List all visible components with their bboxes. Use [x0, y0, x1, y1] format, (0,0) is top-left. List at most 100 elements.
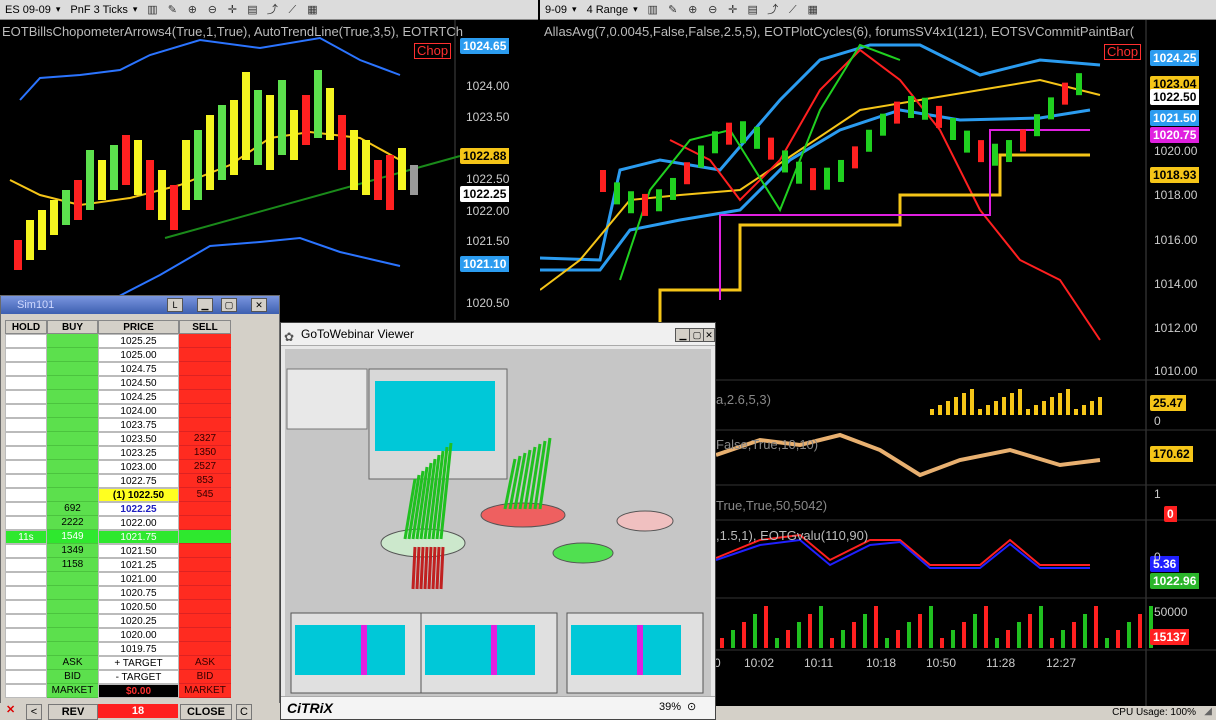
close-icon[interactable]: ✕ [251, 298, 267, 312]
hold-cell[interactable] [5, 376, 47, 390]
sell-cell[interactable] [179, 376, 231, 390]
buy-cell[interactable] [47, 460, 98, 474]
scroll-left-button[interactable]: < [26, 704, 42, 720]
buy-cell[interactable]: 2222 [47, 516, 98, 530]
buy-cell[interactable] [47, 376, 98, 390]
strategies-icon[interactable]: ⟋ [786, 3, 800, 17]
hold-cell[interactable] [5, 404, 47, 418]
sell-cell[interactable]: 1350 [179, 446, 231, 460]
buy-cell[interactable] [47, 404, 98, 418]
buy-cell[interactable] [47, 586, 98, 600]
buy-cell[interactable] [47, 446, 98, 460]
buy-cell[interactable]: 1349 [47, 544, 98, 558]
indicators-icon[interactable]: ⤴ [265, 3, 279, 17]
properties-icon[interactable]: ▤ [245, 3, 259, 17]
hold-cell[interactable] [5, 446, 47, 460]
sell-cell[interactable] [179, 586, 231, 600]
buy-order-button[interactable]: MARKET [47, 684, 98, 698]
buy-cell[interactable] [47, 418, 98, 432]
minimize-icon[interactable]: ▁ [197, 298, 213, 312]
sell-cell[interactable] [179, 348, 231, 362]
data-box-icon[interactable]: ▦ [806, 3, 820, 17]
hold-cell[interactable] [5, 502, 47, 516]
hold-cell[interactable]: 11s [5, 530, 47, 544]
scroll-right-button[interactable]: C [236, 704, 252, 720]
sell-cell[interactable] [179, 628, 231, 642]
zoom-dropdown-icon[interactable]: ⊙ [687, 700, 696, 713]
reverse-button[interactable]: REV [48, 704, 98, 720]
sell-order-button[interactable]: MARKET [179, 684, 231, 698]
buy-cell[interactable] [47, 474, 98, 488]
hold-cell[interactable] [5, 572, 47, 586]
sell-cell[interactable] [179, 404, 231, 418]
price-order-cell[interactable]: $0.00 [98, 684, 179, 698]
data-box-icon[interactable]: ▦ [305, 3, 319, 17]
buy-cell[interactable] [47, 628, 98, 642]
link-button[interactable]: L [167, 298, 183, 312]
hold-cell[interactable] [5, 544, 47, 558]
buy-order-button[interactable]: ASK [47, 656, 98, 670]
buy-cell[interactable] [47, 362, 98, 376]
reset-x-icon[interactable]: ✕ [6, 703, 15, 716]
hold-cell[interactable] [5, 586, 47, 600]
instrument-selector-right[interactable]: 9-09 [540, 0, 582, 19]
buy-cell[interactable]: 1549 [47, 530, 98, 544]
strategies-icon[interactable]: ⟋ [285, 3, 299, 17]
properties-icon[interactable]: ▤ [746, 3, 760, 17]
sell-cell[interactable] [179, 418, 231, 432]
hold-cell[interactable] [5, 334, 47, 348]
hold-cell[interactable] [5, 390, 47, 404]
maximize-icon[interactable]: ▢ [221, 298, 237, 312]
buy-cell[interactable] [47, 572, 98, 586]
hold-cell[interactable] [5, 362, 47, 376]
bar-type-selector-right[interactable]: 4 Range [582, 0, 643, 19]
price-order-cell[interactable]: + TARGET [98, 656, 179, 670]
buy-cell[interactable] [47, 348, 98, 362]
sell-cell[interactable] [179, 530, 231, 544]
crosshair-icon[interactable]: ✛ [726, 3, 740, 17]
buy-cell[interactable] [47, 334, 98, 348]
bar-type-selector[interactable]: PnF 3 Ticks [65, 0, 142, 19]
sell-cell[interactable]: 853 [179, 474, 231, 488]
sell-cell[interactable] [179, 390, 231, 404]
hold-cell[interactable] [5, 558, 47, 572]
hold-cell[interactable] [5, 642, 47, 656]
hold-cell[interactable] [5, 348, 47, 362]
sell-cell[interactable] [179, 362, 231, 376]
sell-cell[interactable] [179, 558, 231, 572]
hold-cell[interactable] [5, 614, 47, 628]
buy-cell[interactable]: 692 [47, 502, 98, 516]
left-price-chart[interactable]: EOTBillsChopometerArrows4(True,1,True), … [0, 20, 538, 320]
hold-cell[interactable] [5, 488, 47, 502]
gtw-close-icon[interactable]: ✕ [703, 328, 715, 342]
instrument-selector[interactable]: ES 09-09 [0, 0, 65, 19]
sell-cell[interactable] [179, 334, 231, 348]
sell-cell[interactable] [179, 614, 231, 628]
draw-tool-icon[interactable]: ✎ [165, 3, 179, 17]
sell-cell[interactable] [179, 572, 231, 586]
sell-cell[interactable]: 2327 [179, 432, 231, 446]
sell-order-button[interactable]: BID [179, 670, 231, 684]
buy-cell[interactable] [47, 600, 98, 614]
buy-cell[interactable] [47, 390, 98, 404]
draw-tool-icon[interactable]: ✎ [666, 3, 680, 17]
buy-order-button[interactable]: BID [47, 670, 98, 684]
indicators-icon[interactable]: ⤴ [766, 3, 780, 17]
hold-cell[interactable] [5, 628, 47, 642]
close-position-button[interactable]: CLOSE [180, 704, 232, 720]
zoom-level[interactable]: 39% [659, 701, 681, 713]
sell-cell[interactable] [179, 642, 231, 656]
sell-cell[interactable]: 2527 [179, 460, 231, 474]
hold-cell[interactable] [5, 516, 47, 530]
chart-style-icon[interactable]: ▥ [646, 3, 660, 17]
zoom-out-icon[interactable]: ⊖ [706, 3, 720, 17]
buy-cell[interactable] [47, 488, 98, 502]
shared-screen-view[interactable] [285, 349, 711, 697]
hold-cell[interactable] [5, 460, 47, 474]
hold-cell[interactable] [5, 474, 47, 488]
buy-cell[interactable] [47, 614, 98, 628]
buy-cell[interactable] [47, 642, 98, 656]
zoom-in-icon[interactable]: ⊕ [686, 3, 700, 17]
sell-cell[interactable] [179, 502, 231, 516]
quantity-field[interactable]: 18 [98, 704, 178, 718]
